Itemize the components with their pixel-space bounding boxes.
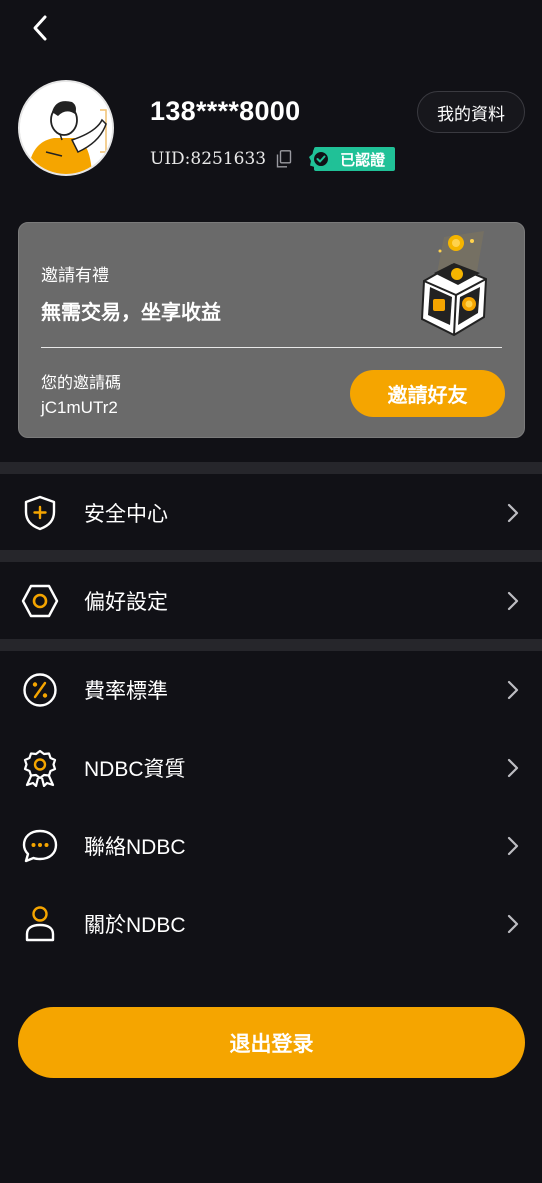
menu-item-about-ndbc[interactable]: 關於NDBC [0,885,542,963]
invite-card: 邀請有禮 無需交易，坐享收益 您的邀請碼 jC1mUTr2 邀請好友 [18,222,525,438]
verified-label: 已認證 [340,151,386,169]
my-profile-button[interactable]: 我的資料 [417,91,525,133]
menu-item-contact-ndbc[interactable]: 聯絡NDBC [0,807,542,885]
chevron-right-icon [507,836,519,856]
gift-box-illustration [420,231,488,337]
menu-item-fee-rates[interactable]: 費率標準 [0,651,542,729]
menu-item-label: 聯絡NDBC [84,836,186,859]
chevron-right-icon [507,680,519,700]
invite-title: 邀請有禮 [41,266,109,285]
avatar-illustration [20,82,112,174]
chevron-right-icon [507,758,519,778]
logout-button[interactable]: 退出登录 [18,1007,525,1078]
verified-badge: 已認證 [309,147,396,171]
invite-code-label: 您的邀請碼 [41,375,122,392]
user-phone: 138****8000 [150,96,301,126]
award-badge-icon [20,748,60,788]
menu-item-security-center[interactable]: 安全中心 [0,474,542,552]
chevron-right-icon [507,591,519,611]
section-divider [0,462,542,474]
invite-friends-button[interactable]: 邀請好友 [350,370,505,417]
chevron-right-icon [507,914,519,934]
copy-icon[interactable] [276,150,292,168]
user-uid: UID:8251633 [150,149,267,169]
menu-item-label: 費率標準 [84,680,168,703]
shield-plus-icon [20,493,60,533]
invite-subtitle: 無需交易，坐享收益 [41,302,221,324]
invite-divider [41,347,502,348]
menu-item-label: 關於NDBC [84,914,186,937]
back-button[interactable] [22,10,58,46]
verified-check-icon [309,147,334,171]
uid-row: UID:8251633 已認證 [150,146,396,172]
percent-icon [20,670,60,710]
chevron-right-icon [507,503,519,523]
hexagon-settings-icon [20,581,60,621]
menu-item-ndbc-credentials[interactable]: NDBC資質 [0,729,542,807]
invite-code-value[interactable]: jC1mUTr2 [41,398,118,418]
chat-bubble-icon [20,826,60,866]
avatar[interactable] [18,80,114,176]
menu-item-label: NDBC資質 [84,758,186,781]
section-divider [0,639,542,651]
menu-item-label: 偏好設定 [84,591,168,614]
user-icon [20,904,60,944]
menu-item-label: 安全中心 [84,503,168,526]
chevron-left-icon [33,15,47,41]
menu-item-preferences[interactable]: 偏好設定 [0,562,542,640]
